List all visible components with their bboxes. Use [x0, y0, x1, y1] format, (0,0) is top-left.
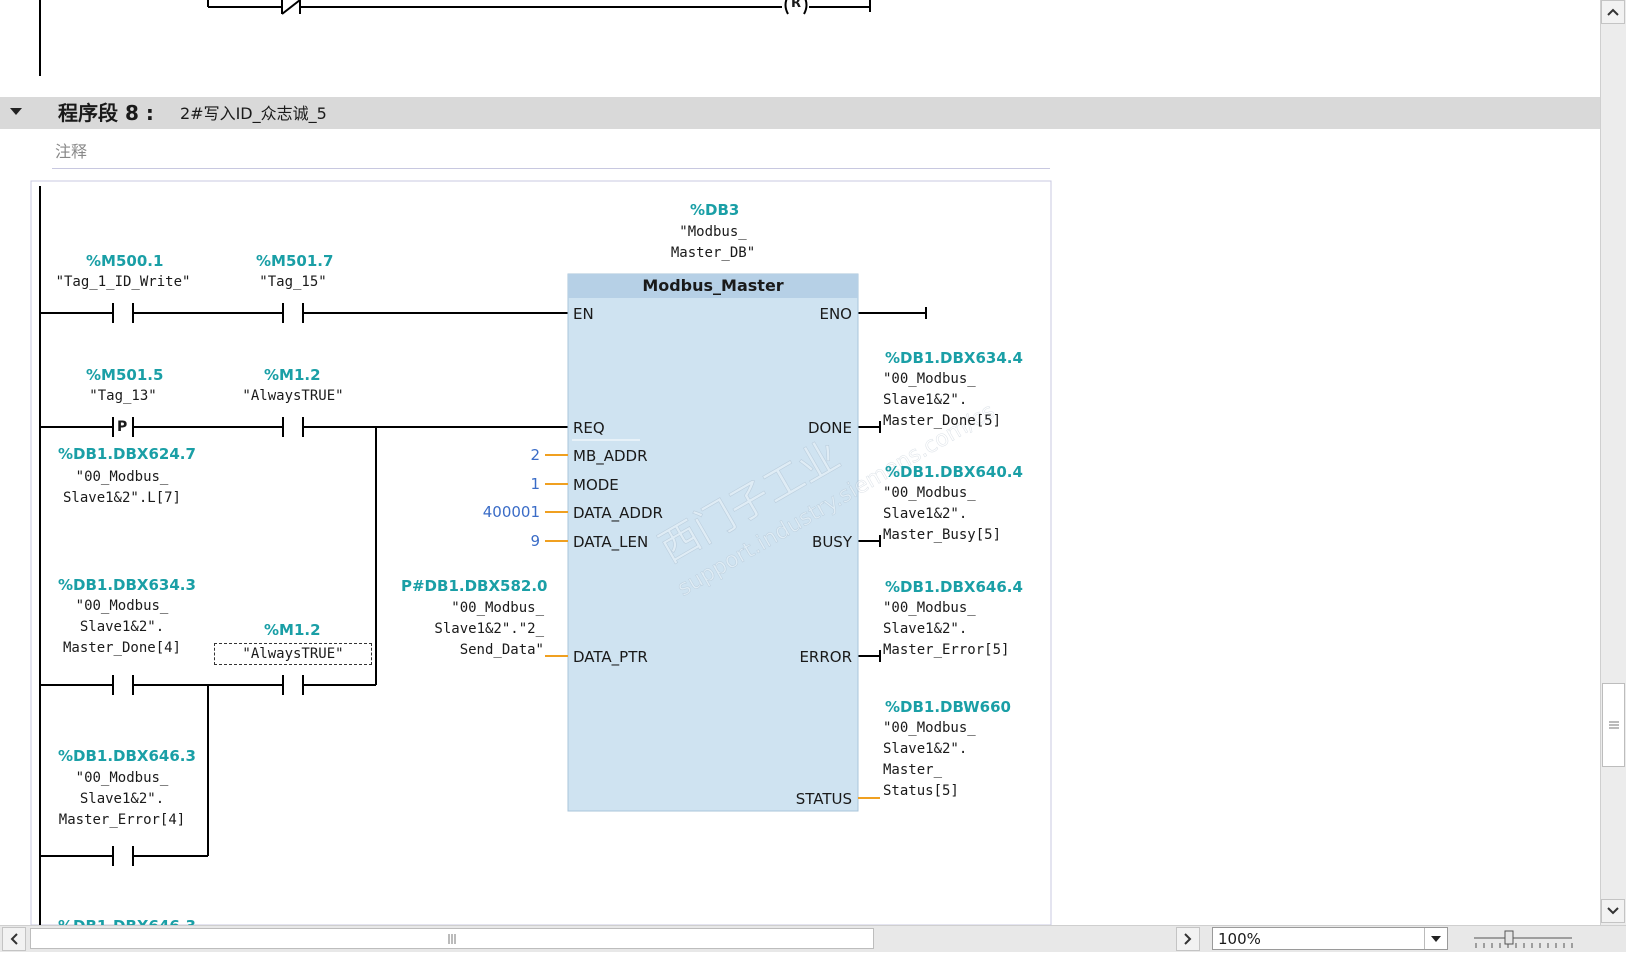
pin-data-len[interactable]: DATA_LEN	[573, 533, 648, 551]
contact-3-edge-address[interactable]: %DB1.DBX624.7	[58, 444, 196, 464]
contact-7[interactable]	[108, 843, 138, 869]
contact-6[interactable]	[278, 672, 308, 698]
scroll-up-icon[interactable]	[1601, 0, 1625, 24]
contact-8-address[interactable]: %DB1.DBX646.3	[58, 916, 196, 925]
pin-done[interactable]: DONE	[780, 419, 852, 437]
scroll-down-icon[interactable]	[1601, 899, 1625, 923]
function-block-name[interactable]: Modbus_Master	[568, 276, 858, 296]
contact-3-address[interactable]: %M501.5	[86, 365, 163, 385]
grip-icon	[448, 933, 456, 944]
pin-error[interactable]: ERROR	[780, 648, 852, 666]
block-instance-symbol[interactable]: "Modbus_ Master_DB"	[648, 222, 778, 264]
zoom-value: 100%	[1218, 930, 1261, 948]
reset-coil-label: R	[791, 0, 802, 11]
zoom-select[interactable]: 100%	[1212, 927, 1448, 950]
vertical-scroll-thumb[interactable]	[1602, 683, 1625, 767]
contact-4[interactable]	[278, 414, 308, 440]
scroll-right-icon[interactable]	[1176, 927, 1200, 951]
pin-data-ptr[interactable]: DATA_PTR	[573, 648, 648, 666]
contact-6-symbol[interactable]: "AlwaysTRUE"	[214, 643, 372, 665]
contact-5-symbol[interactable]: "00_Modbus_ Slave1&2". Master_Done[4]	[52, 596, 192, 659]
data-len-value[interactable]: 9	[480, 532, 540, 550]
pin-req[interactable]: REQ	[573, 419, 605, 437]
contact-4-address[interactable]: %M1.2	[264, 365, 321, 385]
contact-2-address[interactable]: %M501.7	[256, 251, 333, 271]
block-instance-address[interactable]: %DB3	[690, 200, 739, 220]
contact-3-symbol[interactable]: "Tag_13"	[68, 386, 178, 407]
contact-7-address[interactable]: %DB1.DBX646.3	[58, 746, 196, 766]
pin-mode[interactable]: MODE	[573, 476, 619, 494]
pin-data-addr[interactable]: DATA_ADDR	[573, 504, 663, 522]
status-output-symbol[interactable]: "00_Modbus_ Slave1&2". Master_ Status[5]	[883, 718, 976, 802]
mb-addr-value[interactable]: 2	[480, 446, 540, 464]
data-addr-value[interactable]: 400001	[440, 503, 540, 521]
horizontal-scrollbar-area: 100%	[0, 925, 1626, 952]
data-ptr-symbol[interactable]: "00_Modbus_ Slave1&2"."2_ Send_Data"	[412, 598, 544, 661]
contact-2-symbol[interactable]: "Tag_15"	[238, 272, 348, 293]
contact-7-symbol[interactable]: "00_Modbus_ Slave1&2". Master_Error[4]	[52, 768, 192, 831]
mode-value[interactable]: 1	[480, 475, 540, 493]
grip-icon	[1608, 721, 1619, 729]
contact-5-address[interactable]: %DB1.DBX634.3	[58, 575, 196, 595]
pin-status[interactable]: STATUS	[770, 790, 852, 808]
done-output-symbol[interactable]: "00_Modbus_ Slave1&2". Master_Done[5]	[883, 369, 1001, 432]
vertical-scrollbar[interactable]	[1600, 0, 1626, 925]
data-ptr-address[interactable]: P#DB1.DBX582.0	[401, 576, 547, 596]
contact-3-edge-symbol[interactable]: "00_Modbus_ Slave1&2".L[7]	[52, 467, 192, 509]
contact-5[interactable]	[108, 672, 138, 698]
zoom-slider[interactable]	[1472, 928, 1574, 950]
prev-network-rungs	[39, 0, 871, 76]
horizontal-scroll-thumb[interactable]	[30, 928, 874, 949]
status-output-address[interactable]: %DB1.DBW660	[885, 697, 1011, 717]
busy-output-address[interactable]: %DB1.DBX640.4	[885, 462, 1023, 482]
zoom-dropdown-icon[interactable]	[1424, 928, 1447, 949]
error-output-symbol[interactable]: "00_Modbus_ Slave1&2". Master_Error[5]	[883, 598, 1009, 661]
ladder-diagram: 西门子工业 support.industry.siemens.com/cs	[30, 0, 1052, 925]
busy-output-symbol[interactable]: "00_Modbus_ Slave1&2". Master_Busy[5]	[883, 483, 1001, 546]
contact-6-address[interactable]: %M1.2	[264, 620, 321, 640]
contact-4-symbol[interactable]: "AlwaysTRUE"	[228, 386, 358, 407]
contact-2[interactable]	[278, 300, 308, 326]
contact-1[interactable]	[108, 300, 138, 326]
contact-1-address[interactable]: %M500.1	[86, 251, 163, 271]
contact-1-symbol[interactable]: "Tag_1_ID_Write"	[50, 272, 196, 293]
zoom-slider-thumb	[1504, 930, 1514, 945]
pin-busy[interactable]: BUSY	[780, 533, 852, 551]
reset-coil[interactable]: R	[782, 0, 810, 16]
scroll-left-icon[interactable]	[2, 927, 26, 951]
done-output-address[interactable]: %DB1.DBX634.4	[885, 348, 1023, 368]
contact-3[interactable]	[108, 414, 138, 440]
pin-en[interactable]: EN	[573, 305, 594, 323]
pin-mb-addr[interactable]: MB_ADDR	[573, 447, 648, 465]
pin-eno[interactable]: ENO	[800, 305, 852, 323]
error-output-address[interactable]: %DB1.DBX646.4	[885, 577, 1023, 597]
